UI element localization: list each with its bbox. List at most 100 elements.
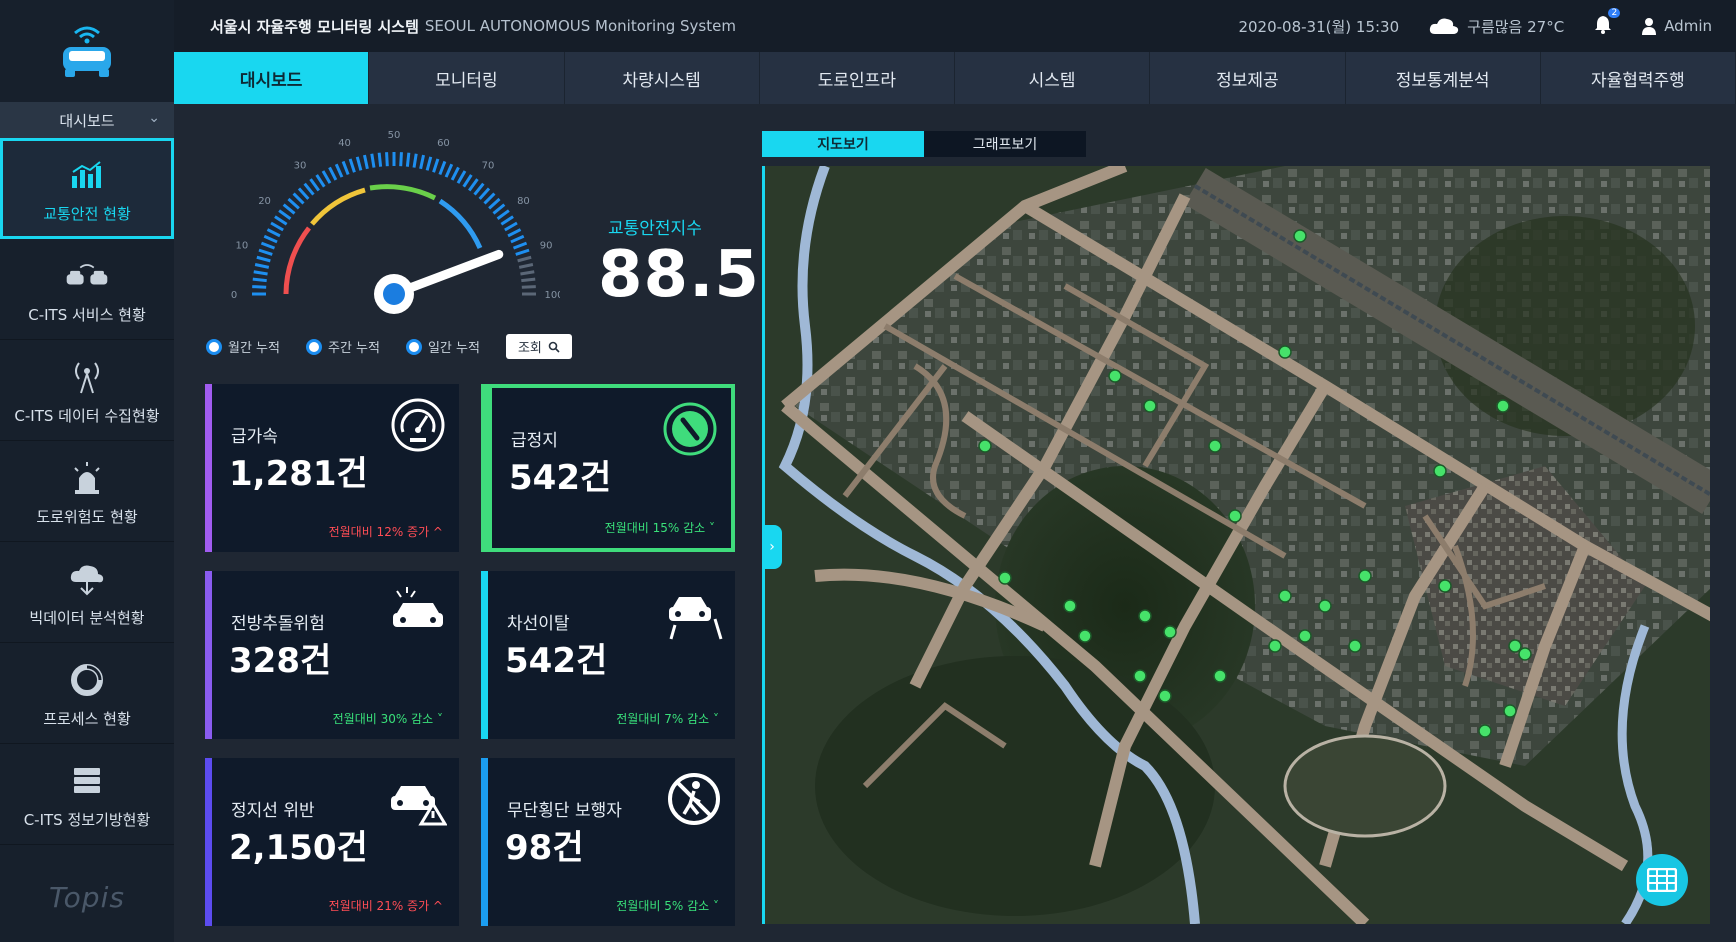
autonomous-car-logo[interactable] bbox=[0, 0, 174, 102]
gauge-tick bbox=[504, 221, 518, 232]
grid-view-button[interactable] bbox=[1636, 854, 1688, 906]
stat-card-jaywalking[interactable]: 무단횡단 보행자 98건 전월대비 5% 감소 ˅ bbox=[481, 758, 735, 926]
radio-daily[interactable]: 일간 누적 bbox=[405, 337, 480, 356]
gauge-tick-label: 70 bbox=[482, 161, 495, 172]
card-compare: 전월대비 15% 감소 ˅ bbox=[604, 521, 715, 535]
map-marker[interactable] bbox=[1433, 464, 1447, 478]
tab-statistics[interactable]: 정보통계분석 bbox=[1346, 52, 1541, 104]
datetime: 2020-08-31(월) 15:30 bbox=[1238, 17, 1400, 36]
map-collapse-handle[interactable]: › bbox=[762, 525, 782, 569]
satellite-map[interactable] bbox=[762, 166, 1710, 924]
map-marker[interactable] bbox=[1158, 689, 1172, 703]
gauge-tick bbox=[462, 174, 473, 188]
gauge-tick bbox=[521, 277, 536, 283]
map-marker[interactable] bbox=[1108, 369, 1122, 383]
map-marker[interactable] bbox=[1518, 647, 1532, 661]
stat-card-rapid-acceleration[interactable]: 급가속 1,281건 전월대비 12% 증가 ^ bbox=[205, 384, 459, 552]
sidebar-item-traffic-safety[interactable]: 교통안전 현황 bbox=[0, 138, 174, 239]
map-marker[interactable] bbox=[1208, 439, 1222, 453]
map-marker[interactable] bbox=[1213, 669, 1227, 683]
tab-system[interactable]: 시스템 bbox=[955, 52, 1151, 104]
map-marker[interactable] bbox=[1478, 724, 1492, 738]
notification-button[interactable]: 2 bbox=[1594, 8, 1621, 38]
brake-pedal-icon bbox=[663, 402, 717, 456]
map-marker[interactable] bbox=[1138, 609, 1152, 623]
map-marker[interactable] bbox=[1278, 345, 1292, 359]
user-icon bbox=[1642, 18, 1657, 35]
gauge-band-yellow bbox=[310, 187, 366, 226]
gauge-band-red bbox=[283, 226, 311, 295]
map-marker[interactable] bbox=[1143, 399, 1157, 413]
tab-monitoring[interactable]: 모니터링 bbox=[369, 52, 565, 104]
map-marker[interactable] bbox=[1078, 629, 1092, 643]
map-marker[interactable] bbox=[1228, 509, 1242, 523]
sidebar-item-process[interactable]: 프로세스 현황 bbox=[0, 643, 174, 744]
radio-label: 주간 누적 bbox=[327, 341, 380, 356]
chevron-right-icon: › bbox=[769, 539, 775, 555]
card-value: 542건 bbox=[509, 458, 612, 498]
gauge-tick bbox=[456, 170, 467, 184]
gauge-tick bbox=[328, 166, 338, 181]
map-marker[interactable] bbox=[1268, 639, 1282, 653]
map-marker[interactable] bbox=[1503, 704, 1517, 718]
sidebar-section-label: 대시보드 bbox=[59, 111, 115, 130]
sidebar-item-label: 도로위험도 현황 bbox=[36, 507, 138, 526]
map-marker[interactable] bbox=[978, 439, 992, 453]
stat-card-forward-collision[interactable]: 전방추돌위험 328건 전월대비 30% 감소 ˅ bbox=[205, 571, 459, 739]
map-marker[interactable] bbox=[1496, 399, 1510, 413]
radio-weekly[interactable]: 주간 누적 bbox=[305, 337, 380, 356]
warning-light-icon bbox=[65, 456, 109, 500]
radio-monthly[interactable]: 월간 누적 bbox=[206, 337, 280, 356]
user-menu[interactable]: Admin bbox=[1642, 17, 1712, 35]
no-pedestrian-icon bbox=[668, 773, 720, 825]
sidebar-item-cits-service[interactable]: C-ITS 서비스 현황 bbox=[0, 239, 174, 340]
tab-dashboard[interactable]: 대시보드 bbox=[174, 52, 370, 104]
gauge-tick bbox=[355, 156, 363, 171]
stat-card-stopline-violation[interactable]: 정지선 위반 2,150건 전월대비 21% 증가 ^ bbox=[205, 758, 459, 926]
map-marker[interactable] bbox=[1318, 599, 1332, 613]
gauge-tick bbox=[496, 209, 510, 220]
gauge-tick bbox=[252, 285, 267, 289]
tab-road-infra[interactable]: 도로인프라 bbox=[760, 52, 955, 104]
speedometer-icon bbox=[391, 398, 445, 452]
card-value: 1,281건 bbox=[229, 454, 368, 494]
map-marker[interactable] bbox=[1133, 669, 1147, 683]
tab-cooperative-driving[interactable]: 자율협력주행 bbox=[1541, 52, 1736, 104]
card-compare: 전월대비 7% 감소 ˅ bbox=[616, 712, 719, 726]
map-marker[interactable] bbox=[1278, 589, 1292, 603]
tab-info-provision[interactable]: 정보제공 bbox=[1150, 52, 1346, 104]
sidebar-item-road-risk[interactable]: 도로위험도 현황 bbox=[0, 441, 174, 542]
sidebar-item-cits-data[interactable]: C-ITS 데이터 수집현황 bbox=[0, 340, 174, 441]
map-marker[interactable] bbox=[1293, 229, 1307, 243]
stat-card-lane-departure[interactable]: 차선이탈 542건 전월대비 7% 감소 ˅ bbox=[481, 571, 735, 739]
safety-index-value: 88.5 bbox=[598, 238, 760, 312]
map-marker[interactable] bbox=[998, 571, 1012, 585]
gauge-tick bbox=[500, 215, 514, 226]
tab-graph-view[interactable]: 그래프보기 bbox=[924, 131, 1086, 157]
map-marker[interactable] bbox=[1298, 629, 1312, 643]
gauge-tick bbox=[405, 152, 411, 167]
card-compare: 전월대비 21% 증가 ^ bbox=[328, 899, 443, 913]
map-canvas bbox=[765, 166, 1710, 924]
sidebar-item-cits-info[interactable]: C-ITS 정보기방현황 bbox=[0, 744, 174, 845]
map-marker[interactable] bbox=[1438, 579, 1452, 593]
card-accent-bar bbox=[205, 384, 212, 552]
map-marker[interactable] bbox=[1348, 639, 1362, 653]
tab-map-view[interactable]: 지도보기 bbox=[762, 131, 924, 157]
gauge-tick bbox=[468, 178, 479, 192]
gauge-tick bbox=[370, 153, 376, 168]
gauge-tick bbox=[438, 160, 447, 176]
sidebar-section[interactable]: 대시보드 ⌄ bbox=[0, 102, 174, 138]
gauge-tick bbox=[385, 152, 389, 167]
sidebar-item-bigdata[interactable]: 빅데이터 분석현황 bbox=[0, 542, 174, 643]
map-marker[interactable] bbox=[1063, 599, 1077, 613]
radio-label: 일간 누적 bbox=[427, 341, 480, 356]
map-marker[interactable] bbox=[1358, 569, 1372, 583]
map-marker[interactable] bbox=[1508, 639, 1522, 653]
query-button[interactable]: 조회 bbox=[505, 334, 572, 359]
sidebar-item-label: C-ITS 정보기방현황 bbox=[23, 810, 151, 829]
map-marker[interactable] bbox=[1163, 625, 1177, 639]
tab-vehicle-system[interactable]: 차량시스템 bbox=[565, 52, 760, 104]
stat-card-sudden-stop[interactable]: 급정지 542건 전월대비 15% 감소 ˅ bbox=[481, 384, 735, 552]
top-bar: 서울시 자율주행 모니터링 시스템 SEOUL AUTONOMOUS Monit… bbox=[174, 0, 1736, 52]
